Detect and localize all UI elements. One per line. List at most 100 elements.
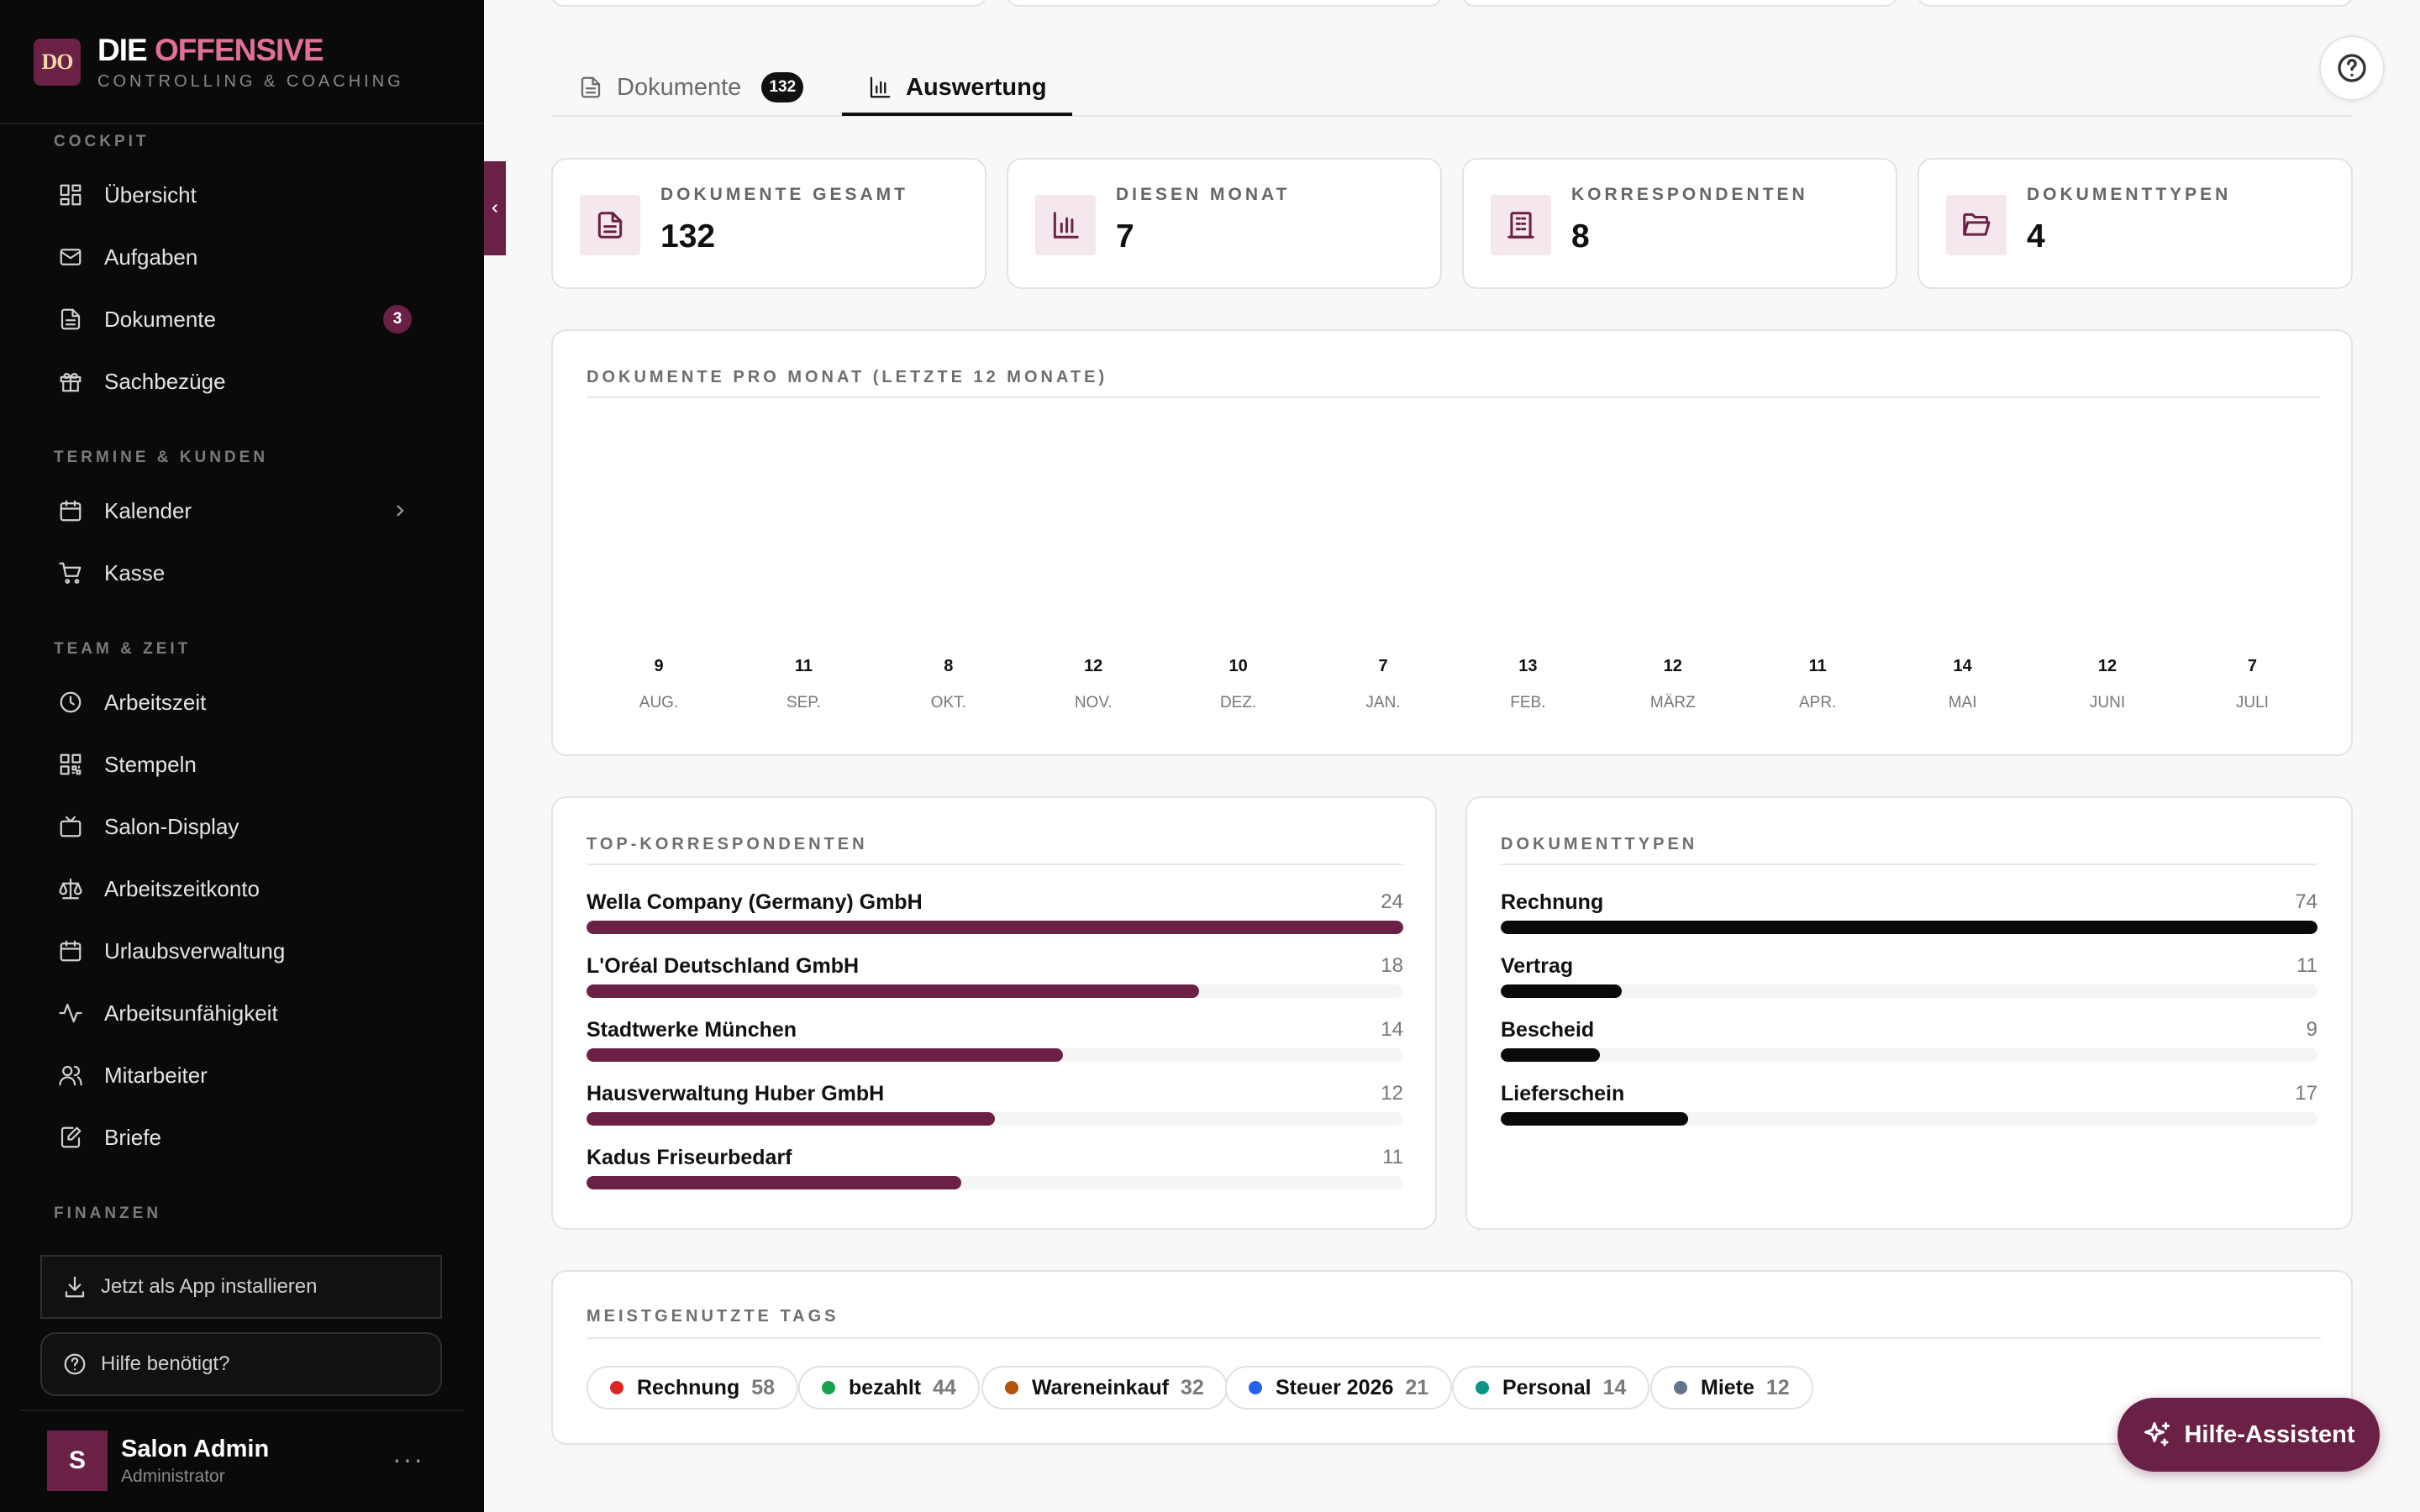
help-needed-button[interactable]: Hilfe benötigt? bbox=[40, 1332, 442, 1396]
month-label: OKT. bbox=[930, 694, 966, 711]
sidebar-item-briefe[interactable]: Briefe bbox=[40, 1110, 444, 1164]
more-options-icon[interactable]: ··· bbox=[392, 1446, 425, 1473]
tag-chip[interactable]: Miete 12 bbox=[1650, 1366, 1813, 1410]
correspondent-count: 18 bbox=[1381, 954, 1403, 977]
tag-chip[interactable]: Rechnung 58 bbox=[587, 1366, 799, 1410]
tag-chip[interactable]: Steuer 2026 21 bbox=[1225, 1366, 1453, 1410]
card-title: TOP-KORRESPONDENTEN bbox=[587, 835, 868, 853]
tag-color-dot bbox=[1674, 1381, 1687, 1394]
sidebar-item-mitarbeiter[interactable]: Mitarbeiter bbox=[40, 1048, 444, 1102]
progress-fill bbox=[587, 921, 1403, 934]
active-tab-indicator bbox=[842, 113, 1072, 116]
correspondent-name: Stadtwerke München bbox=[587, 1018, 797, 1042]
user-profile[interactable]: S Salon Admin Administrator bbox=[47, 1430, 269, 1492]
sidebar-item-label: Übersicht bbox=[104, 181, 197, 207]
help-button[interactable] bbox=[2319, 35, 2385, 101]
help-assistant-button[interactable]: Hilfe-Assistent bbox=[2118, 1398, 2380, 1472]
stat-card-this-month: DIESEN MONAT 7 bbox=[1007, 158, 1442, 289]
collapse-sidebar-button[interactable] bbox=[484, 161, 506, 255]
brand-title-part2: OFFENSIVE bbox=[154, 32, 324, 67]
month-label: NOV. bbox=[1074, 694, 1113, 711]
correspondent-row: L'Oréal Deutschland GmbH 18 bbox=[587, 954, 1403, 1006]
sidebar-item-salon-display[interactable]: Salon-Display bbox=[40, 800, 444, 853]
document-icon bbox=[57, 306, 84, 333]
document-type-name: Lieferschein bbox=[1501, 1082, 1625, 1105]
help-assistant-label: Hilfe-Assistent bbox=[2184, 1420, 2355, 1448]
tag-name: Wareneinkauf bbox=[1032, 1375, 1170, 1399]
month-value: 8 bbox=[944, 657, 954, 675]
progress-fill bbox=[1501, 921, 2317, 934]
user-divider bbox=[20, 1410, 464, 1411]
tag-chip[interactable]: Personal 14 bbox=[1452, 1366, 1650, 1410]
progress-fill bbox=[1501, 1048, 1600, 1062]
tag-count: 21 bbox=[1405, 1375, 1429, 1399]
month-label: JAN. bbox=[1365, 694, 1401, 711]
monthly-documents-card: DOKUMENTE PRO MONAT (LETZTE 12 MONATE) 9… bbox=[551, 329, 2353, 756]
card-edge bbox=[1007, 0, 1442, 7]
progress-track bbox=[1501, 984, 2317, 998]
document-type-count: 74 bbox=[2295, 890, 2317, 913]
correspondent-count: 14 bbox=[1381, 1018, 1403, 1041]
month-value: 12 bbox=[1663, 657, 1682, 675]
mail-icon bbox=[57, 244, 84, 270]
tag-chip[interactable]: Wareneinkauf 32 bbox=[981, 1366, 1228, 1410]
card-edge bbox=[1918, 0, 2353, 7]
correspondent-count: 11 bbox=[1382, 1146, 1403, 1168]
tag-count: 32 bbox=[1181, 1375, 1204, 1399]
progress-fill bbox=[587, 1112, 995, 1126]
tab-dokumente[interactable]: Dokumente 132 bbox=[578, 59, 804, 116]
scale-icon bbox=[57, 875, 84, 902]
sidebar-item-urlaubsverwaltung[interactable]: Urlaubsverwaltung bbox=[40, 924, 444, 978]
stat-card-document-types: DOKUMENTTYPEN 4 bbox=[1918, 158, 2353, 289]
sidebar-item-dokumente[interactable]: Dokumente 3 bbox=[40, 292, 444, 346]
month-value: 9 bbox=[654, 657, 664, 675]
sidebar-item-arbeitsunfaehigkeit[interactable]: Arbeitsunfähigkeit bbox=[40, 986, 444, 1040]
progress-fill bbox=[587, 984, 1199, 998]
sidebar-item-kasse[interactable]: Kasse bbox=[40, 546, 444, 600]
tab-label: Auswertung bbox=[906, 73, 1047, 101]
card-title: DOKUMENTTYPEN bbox=[1501, 835, 1698, 853]
card-edge bbox=[1462, 0, 1897, 7]
document-type-row: Vertrag 11 bbox=[1501, 954, 2317, 1006]
progress-fill bbox=[1501, 984, 1622, 998]
stat-value: 132 bbox=[660, 218, 716, 255]
tag-name: Steuer 2026 bbox=[1276, 1375, 1394, 1399]
user-name: Salon Admin bbox=[121, 1435, 270, 1462]
stat-value: 7 bbox=[1116, 218, 1134, 255]
document-type-count: 17 bbox=[2295, 1082, 2317, 1105]
correspondent-name: L'Oréal Deutschland GmbH bbox=[587, 954, 860, 978]
install-app-button[interactable]: Jetzt als App installieren bbox=[40, 1255, 442, 1319]
sidebar-item-uebersicht[interactable]: Übersicht bbox=[40, 168, 444, 222]
sidebar-item-arbeitszeit[interactable]: Arbeitszeit bbox=[40, 675, 444, 729]
document-type-row: Lieferschein 17 bbox=[1501, 1082, 2317, 1134]
sidebar-item-label: Stempeln bbox=[104, 751, 197, 777]
sidebar-item-label: Aufgaben bbox=[104, 244, 198, 270]
tabs-divider bbox=[551, 115, 2353, 117]
month-label: JUNI bbox=[2089, 694, 2126, 711]
month-label: MAI bbox=[1948, 694, 1977, 711]
tag-color-dot bbox=[1476, 1381, 1489, 1394]
document-type-row: Rechnung 74 bbox=[1501, 890, 2317, 942]
help-icon bbox=[64, 1353, 86, 1375]
section-label-team: TEAM & ZEIT bbox=[54, 640, 192, 658]
cart-icon bbox=[57, 559, 84, 586]
clock-icon bbox=[57, 689, 84, 716]
progress-track bbox=[1501, 1112, 2317, 1126]
month-label: SEP. bbox=[786, 694, 821, 711]
calendar-icon bbox=[57, 937, 84, 964]
tag-name: Personal bbox=[1502, 1375, 1591, 1399]
brand-title: DIE OFFENSIVE bbox=[97, 32, 404, 67]
sidebar-item-sachbezuege[interactable]: Sachbezüge bbox=[40, 354, 444, 408]
card-title: DOKUMENTE PRO MONAT (LETZTE 12 MONATE) bbox=[587, 368, 1108, 386]
sidebar-item-arbeitszeitkonto[interactable]: Arbeitszeitkonto bbox=[40, 862, 444, 916]
document-type-name: Bescheid bbox=[1501, 1018, 1595, 1042]
brand[interactable]: DO DIE OFFENSIVE CONTROLLING & COACHING bbox=[34, 30, 404, 94]
tag-chip[interactable]: bezahlt 44 bbox=[798, 1366, 980, 1410]
sidebar-item-stempeln[interactable]: Stempeln bbox=[40, 738, 444, 791]
dashboard-icon bbox=[57, 181, 84, 208]
correspondent-row: Wella Company (Germany) GmbH 24 bbox=[587, 890, 1403, 942]
tab-auswertung[interactable]: Auswertung bbox=[867, 59, 1047, 116]
chevron-right-icon[interactable] bbox=[390, 501, 410, 521]
sidebar-item-aufgaben[interactable]: Aufgaben bbox=[40, 230, 444, 284]
sidebar-item-kalender[interactable]: Kalender bbox=[40, 484, 444, 538]
